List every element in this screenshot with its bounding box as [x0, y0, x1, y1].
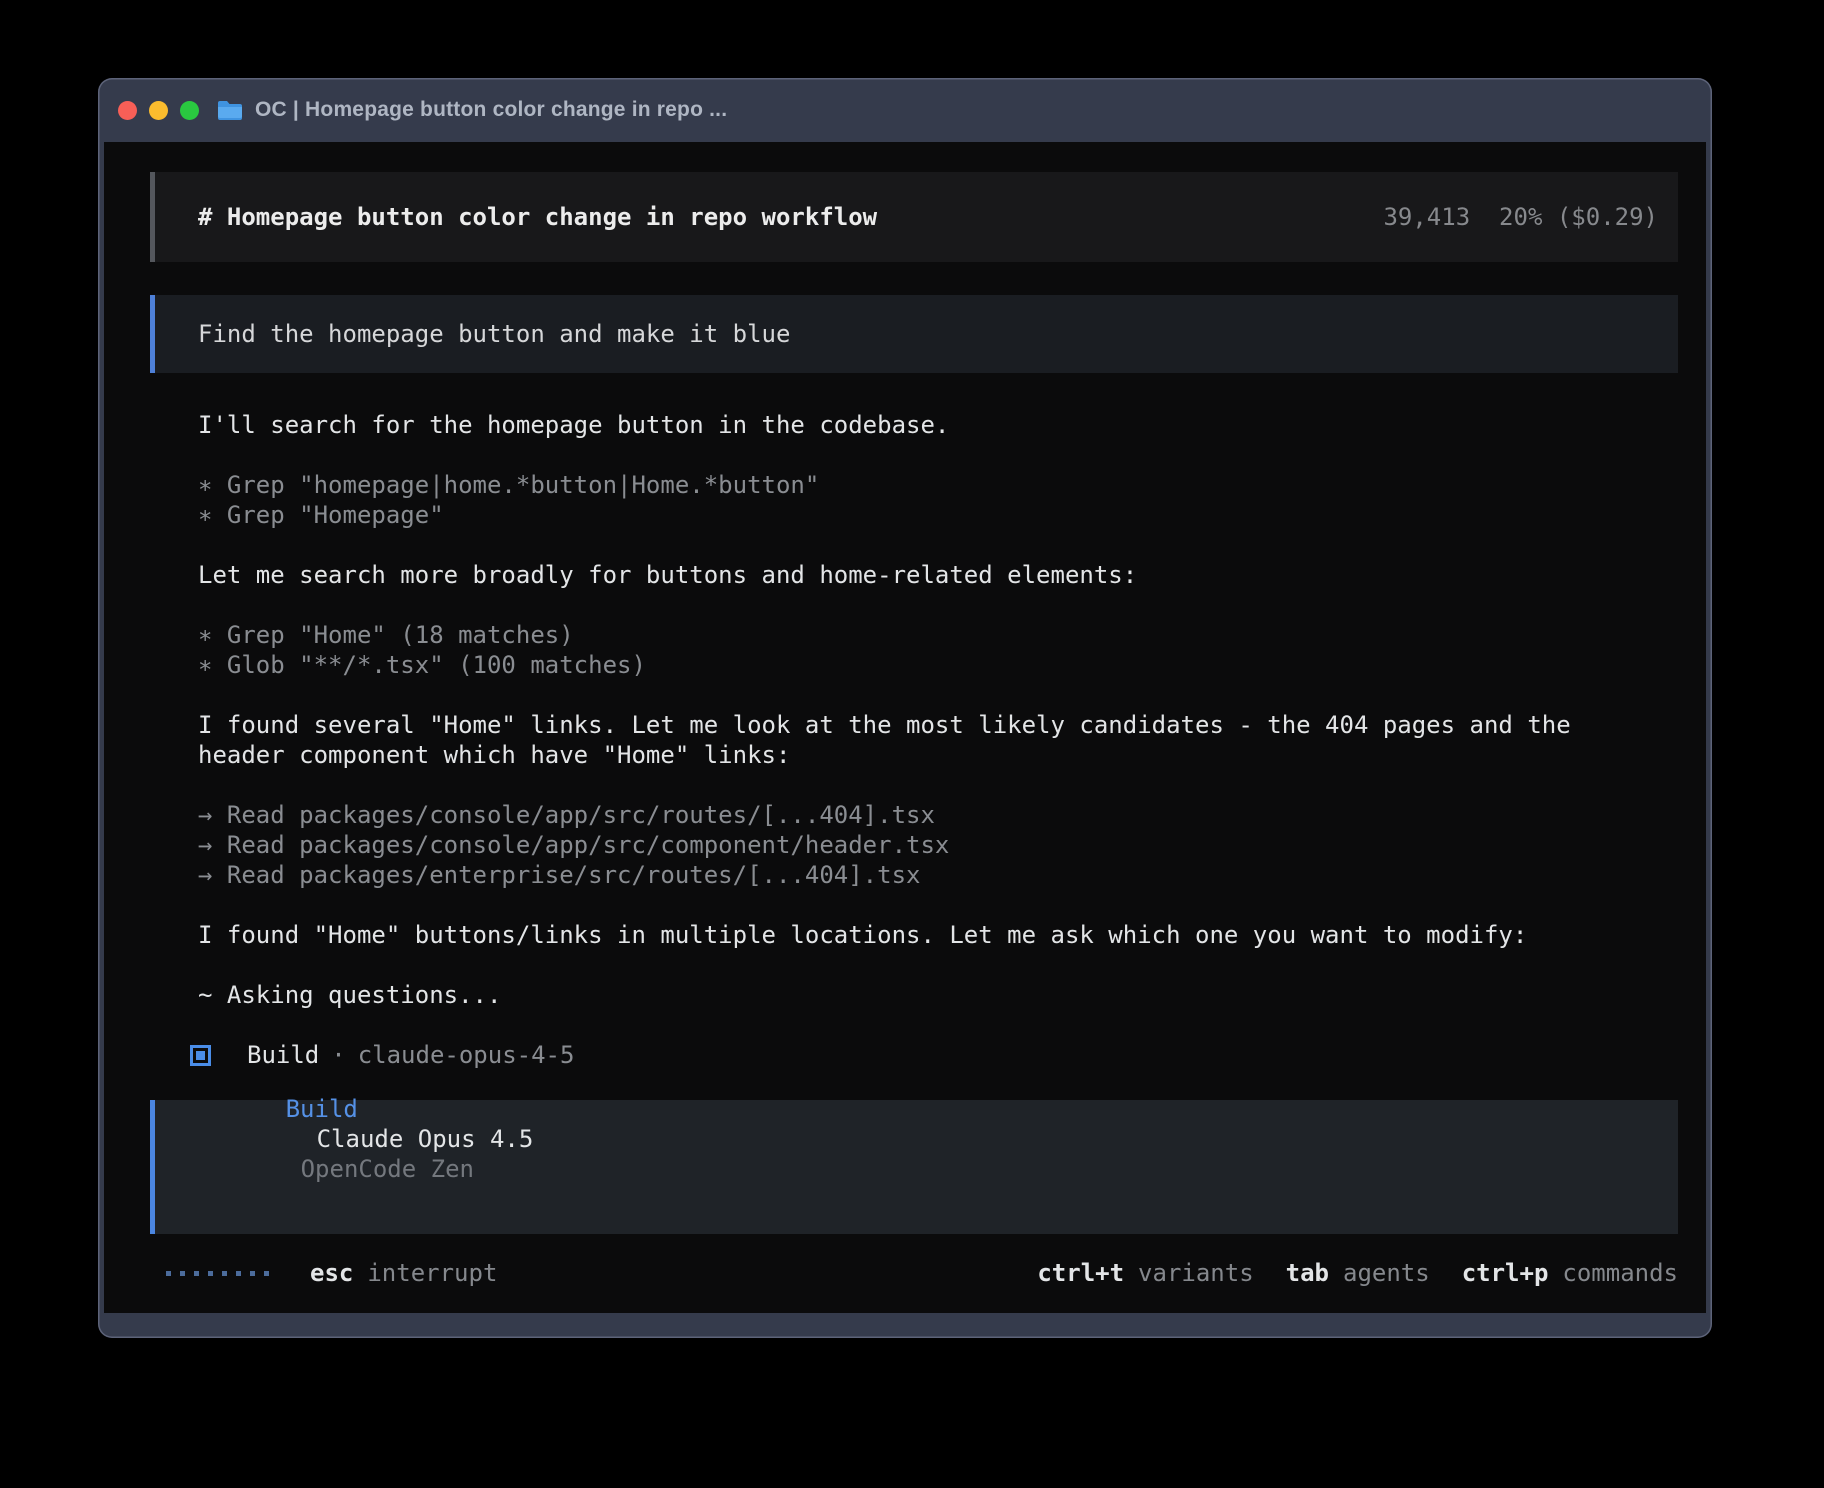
status-bar: esc interrupt ctrl+t variants tab agents…	[150, 1258, 1678, 1288]
hint-variants: ctrl+t variants	[1037, 1258, 1253, 1288]
terminal-content: # Homepage button color change in repo w…	[104, 142, 1706, 1313]
prompt-model: Claude Opus 4.5	[317, 1125, 534, 1153]
key-ctrl-t: ctrl+t	[1037, 1258, 1124, 1288]
assistant-text: I found "Home" buttons/links in multiple…	[198, 920, 1678, 950]
session-header: # Homepage button color change in repo w…	[150, 172, 1678, 262]
agent-build-icon	[190, 1045, 211, 1066]
hint-variants-label: variants	[1138, 1258, 1254, 1288]
tool-call-glob: ∗ Glob "**/*.tsx" (100 matches)	[198, 650, 1678, 680]
session-token-usage: 39,413 20% ($0.29)	[1383, 202, 1658, 232]
titlebar[interactable]: OC | Homepage button color change in rep…	[98, 78, 1712, 142]
user-message-text: Find the homepage button and make it blu…	[198, 319, 790, 349]
hint-interrupt-label: interrupt	[367, 1258, 497, 1288]
key-esc: esc	[310, 1258, 353, 1288]
hint-commands: ctrl+p commands	[1462, 1258, 1678, 1288]
hint-agents-label: agents	[1343, 1258, 1430, 1288]
assistant-text: I found several "Home" links. Let me loo…	[198, 710, 1628, 770]
key-tab: tab	[1286, 1258, 1329, 1288]
session-title: # Homepage button color change in repo w…	[198, 202, 877, 232]
prompt-input[interactable]: Build Claude Opus 4.5 OpenCode Zen	[150, 1100, 1678, 1234]
tool-call-read: → Read packages/console/app/src/componen…	[198, 830, 1678, 860]
key-ctrl-p: ctrl+p	[1462, 1258, 1549, 1288]
prompt-mode-row: Build Claude Opus 4.5 OpenCode Zen	[170, 1064, 533, 1214]
hint-agents: tab agents	[1286, 1258, 1430, 1288]
tool-call-read: → Read packages/console/app/src/routes/[…	[198, 800, 1678, 830]
traffic-lights	[118, 101, 199, 120]
status-asking-questions: ~ Asking questions...	[198, 980, 1678, 1010]
tool-call-read: → Read packages/enterprise/src/routes/[.…	[198, 860, 1678, 890]
status-bar-right: ctrl+t variants tab agents ctrl+p comman…	[1005, 1258, 1678, 1288]
tool-call-grep: ∗ Grep "Homepage"	[198, 500, 1678, 530]
assistant-transcript: I'll search for the homepage button in t…	[150, 410, 1678, 1010]
assistant-text: I'll search for the homepage button in t…	[198, 410, 1678, 440]
prompt-provider: OpenCode Zen	[301, 1155, 474, 1183]
spinner-dots-icon	[166, 1271, 269, 1276]
hint-interrupt: esc interrupt	[310, 1258, 497, 1288]
prompt-mode: Build	[286, 1095, 358, 1123]
terminal-window: OC | Homepage button color change in rep…	[98, 78, 1712, 1338]
user-message: Find the homepage button and make it blu…	[150, 295, 1678, 373]
hint-commands-label: commands	[1562, 1258, 1678, 1288]
folder-icon	[217, 99, 243, 121]
zoom-button[interactable]	[180, 101, 199, 120]
minimize-button[interactable]	[149, 101, 168, 120]
window-title: OC | Homepage button color change in rep…	[255, 98, 727, 122]
tool-call-grep: ∗ Grep "Home" (18 matches)	[198, 620, 1678, 650]
close-button[interactable]	[118, 101, 137, 120]
assistant-text: Let me search more broadly for buttons a…	[198, 560, 1678, 590]
tool-call-grep: ∗ Grep "homepage|home.*button|Home.*butt…	[198, 470, 1678, 500]
